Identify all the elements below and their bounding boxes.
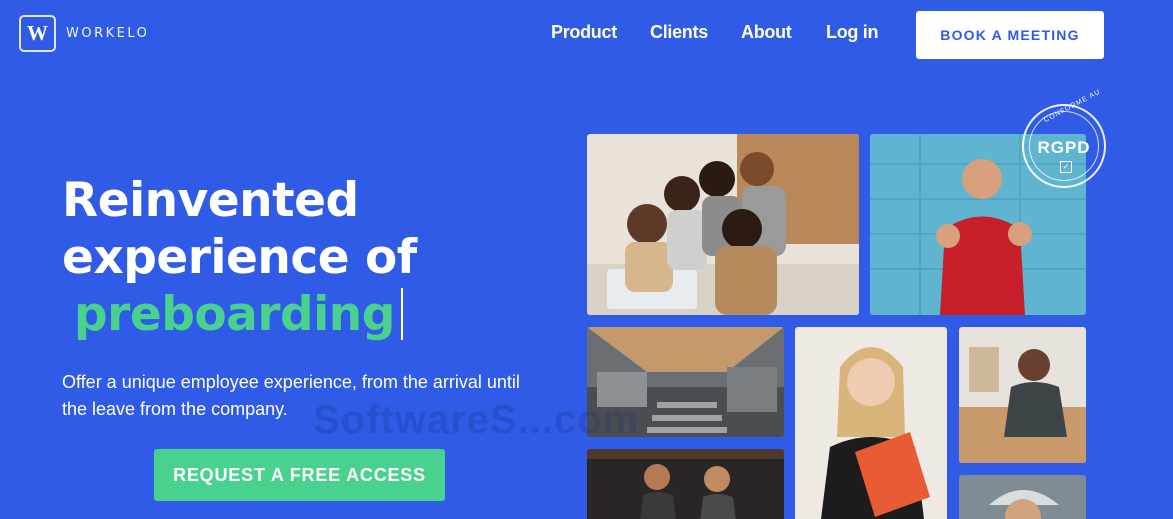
checkbox-icon: ✓ [1060, 161, 1072, 173]
factory-photo [587, 327, 784, 437]
woman-holding-folder-photo [795, 327, 947, 519]
logo-mark: W [19, 15, 56, 52]
hero-title-line-3: preboarding [62, 286, 417, 343]
nav-about-link[interactable]: About [741, 22, 792, 43]
book-meeting-button[interactable]: BOOK A MEETING [916, 11, 1104, 59]
hero-title-accent: preboarding [74, 287, 395, 342]
worker-with-cap-photo [959, 475, 1086, 519]
rgpd-badge-ring: CONFORME AU RGPD ✓ [1029, 88, 1102, 181]
hero-subtitle: Offer a unique employee experience, from… [62, 372, 520, 419]
logo[interactable]: W WORKELO [19, 15, 149, 52]
logo-wordmark: WORKELO [66, 26, 150, 41]
hero-title-line-1: Reinvented [62, 173, 359, 228]
rgpd-label: RGPD [1037, 138, 1091, 157]
nav-clients-link[interactable]: Clients [650, 22, 708, 43]
nav-login-link[interactable]: Log in [826, 22, 878, 43]
request-free-access-button[interactable]: REQUEST A FREE ACCESS [154, 449, 445, 501]
craftsman-photo [959, 327, 1086, 463]
landing-page: W WORKELO Product Clients About Log in B… [0, 0, 1173, 519]
hero-title-line-2: experience of [62, 230, 417, 285]
typing-cursor [400, 288, 403, 340]
rgpd-compliance-badge: CONFORME AU RGPD ✓ [1022, 88, 1106, 188]
nav-product-link[interactable]: Product [551, 22, 617, 43]
hero-title: Reinvented experience of preboarding [62, 172, 417, 343]
team-laptop-photo [587, 134, 859, 315]
restaurant-staff-photo [587, 449, 784, 519]
rgpd-arc-text: CONFORME AU [1043, 88, 1103, 125]
